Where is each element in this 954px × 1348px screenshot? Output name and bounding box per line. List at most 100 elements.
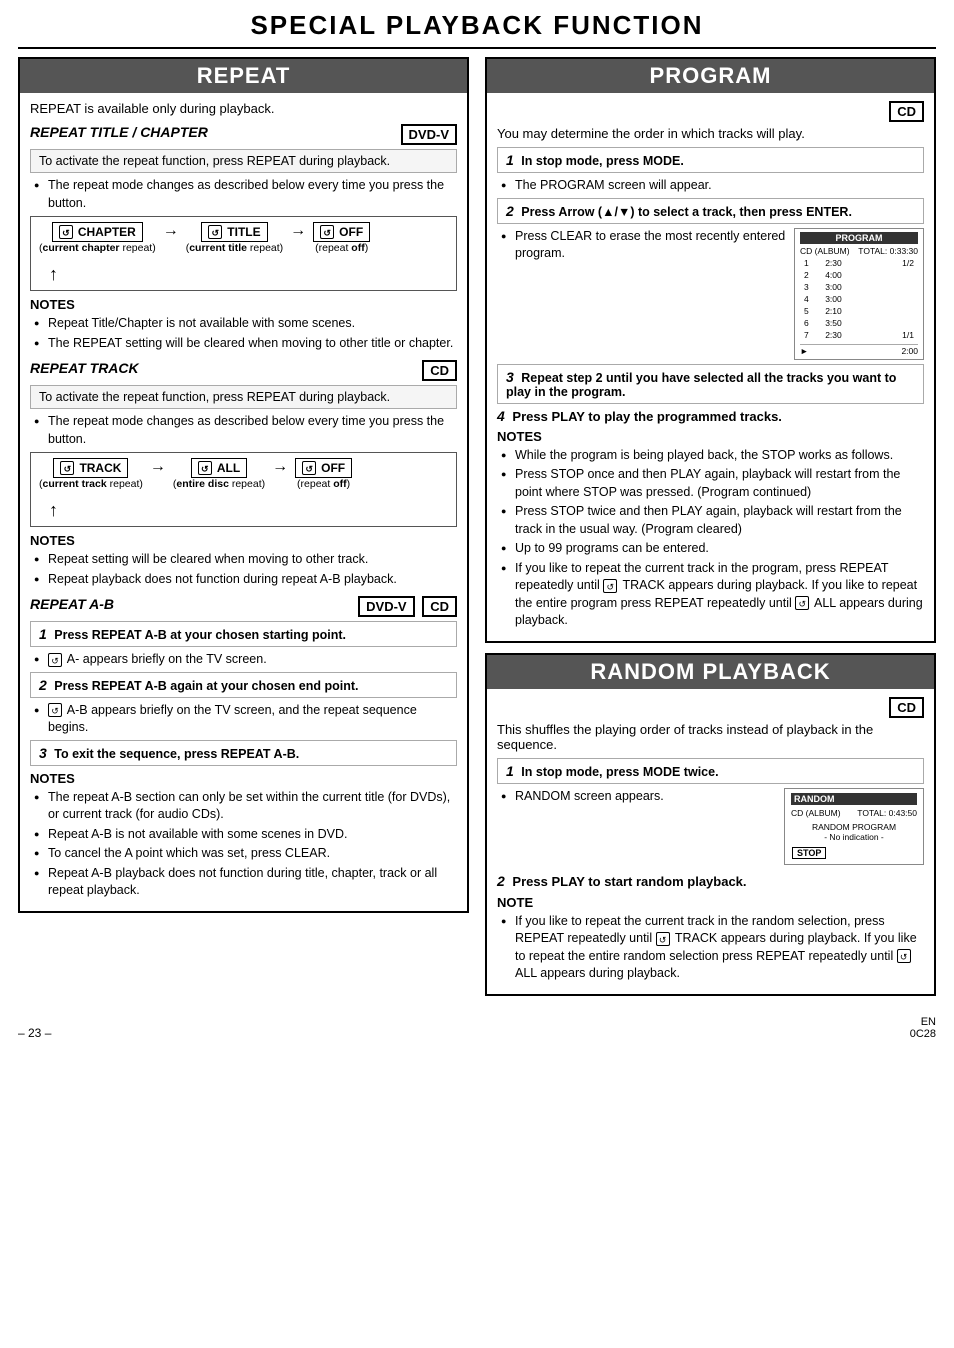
repeat-ab-step1-num: 1 [39, 626, 47, 642]
rs-header2: TOTAL: 0:43:50 [857, 808, 917, 818]
cd-badge-program: CD [889, 101, 924, 122]
program-step1-bullet: The PROGRAM screen will appear. [501, 177, 924, 195]
repeat-ab-bullet2: ↺ A-B appears briefly on the TV screen, … [34, 702, 457, 737]
repeat-ab-note2: Repeat A-B is not available with some sc… [34, 826, 457, 844]
program-note1: While the program is being played back, … [501, 447, 924, 465]
diagram-arrow-pointer: ↑ [49, 264, 452, 285]
repeat-ab-bullet1: ↺ A- appears briefly on the TV screen. [34, 651, 457, 669]
program-step4-num: 4 [497, 408, 505, 424]
repeat-title-bullets: The repeat mode changes as described bel… [30, 177, 457, 212]
program-step3-text: Repeat step 2 until you have selected al… [506, 371, 896, 399]
all-icon: ↺ [198, 461, 212, 475]
program-intro: You may determine the order in which tra… [497, 126, 924, 141]
repeat-ab-step3-num: 3 [39, 745, 47, 761]
repeat-title-diagram: ↺ CHAPTER (current chapter repeat) → ↺ [30, 216, 457, 291]
program-step2-box: 2 Press Arrow (▲/▼) to select a track, t… [497, 198, 924, 224]
program-header: PROGRAM [487, 59, 934, 93]
arrow1: → [163, 222, 179, 240]
off-icon2: ↺ [302, 461, 316, 475]
diag-chapter-sublabel: (current chapter repeat) [39, 242, 156, 254]
program-step4-text: Press PLAY to play the programmed tracks… [512, 409, 782, 424]
repeat-header: REPEAT [20, 59, 467, 93]
repeat-ab-step2-box: 2 Press REPEAT A-B again at your chosen … [30, 672, 457, 698]
footer-en: EN [921, 1016, 936, 1028]
repeat-title-step-box: To activate the repeat function, press R… [30, 149, 457, 173]
program-step1-num: 1 [506, 152, 514, 168]
dvd-v-badge: DVD-V [401, 124, 457, 145]
program-step1-text: In stop mode, press MODE. [521, 154, 684, 168]
program-note3: Press STOP twice and then PLAY again, pl… [501, 503, 924, 538]
program-notes-label: NOTES [497, 429, 924, 444]
diag-title-label: TITLE [227, 225, 260, 239]
program-step3-box: 3 Repeat step 2 until you have selected … [497, 364, 924, 404]
title-icon: ↺ [208, 225, 222, 239]
repeat-track-notes-label: NOTES [30, 533, 457, 548]
footer: – 23 – EN 0C28 [18, 1016, 936, 1040]
off-icon1: ↺ [320, 225, 334, 239]
track-icon-note: ↺ [603, 579, 617, 593]
table-row: 33:00 [802, 282, 916, 292]
repeat-ab-note3: To cancel the A point which was set, pre… [34, 845, 457, 863]
rs-header1: CD (ALBUM) [791, 808, 841, 818]
arrow2: → [290, 222, 306, 240]
random-note-label: NOTE [497, 895, 924, 910]
repeat-ab-step2-num: 2 [39, 677, 47, 693]
arrow4: → [272, 458, 288, 476]
repeat-section: REPEAT REPEAT is available only during p… [18, 57, 469, 913]
repeat-ab-note1: The repeat A-B section can only be set w… [34, 789, 457, 824]
program-step2-num: 2 [506, 203, 514, 219]
random-step1-num: 1 [506, 763, 514, 779]
cd-badge-random: CD [889, 697, 924, 718]
rs-mid-text: RANDOM PROGRAM - No indication - [791, 822, 917, 842]
diag-off2-sublabel: (repeat off) [297, 478, 350, 490]
dvd-v-badge-ab: DVD-V [358, 596, 414, 617]
repeat-ab-notes: The repeat A-B section can only be set w… [30, 789, 457, 900]
repeat-title-note1: Repeat Title/Chapter is not available wi… [34, 315, 457, 333]
track-icon: ↺ [60, 461, 74, 475]
stop-btn: STOP [792, 847, 826, 859]
repeat-track-bullet1: The repeat mode changes as described bel… [34, 413, 457, 448]
program-step2-bullet: Press CLEAR to erase the most recently e… [501, 228, 924, 263]
page-title: SPECIAL PLAYBACK FUNCTION [18, 10, 936, 49]
program-step3-num: 3 [506, 369, 514, 385]
repeat-title-note2: The REPEAT setting will be cleared when … [34, 335, 457, 353]
program-section: PROGRAM CD You may determine the order i… [485, 57, 936, 643]
chapter-icon: ↺ [59, 225, 73, 239]
repeat-intro: REPEAT is available only during playback… [30, 101, 457, 116]
random-step1-bullet: RANDOM screen appears. [501, 788, 924, 806]
program-step1-box: 1 In stop mode, press MODE. [497, 147, 924, 173]
random-header: RANDOM PLAYBACK [487, 655, 934, 689]
cd-badge-ab: CD [422, 596, 457, 617]
ps-table: 12:301/2 24:00 33:00 43:00 52:10 63:50 7… [800, 256, 918, 342]
diag-all-label: ALL [217, 461, 240, 475]
table-row: 63:50 [802, 318, 916, 328]
repeat-ab-step3-text: To exit the sequence, press REPEAT A-B. [54, 747, 299, 761]
diag-off1-label: OFF [339, 225, 363, 239]
repeat-ab-step2-text: Press REPEAT A-B again at your chosen en… [54, 679, 358, 693]
repeat-title-notes: Repeat Title/Chapter is not available wi… [30, 315, 457, 352]
diag-track-sublabel: (current track repeat) [39, 478, 143, 490]
all-icon-note: ↺ [795, 596, 809, 610]
program-note2: Press STOP once and then PLAY again, pla… [501, 466, 924, 501]
ps-bottom-label: ► [800, 346, 808, 356]
repeat-track-bullets: The repeat mode changes as described bel… [30, 413, 457, 448]
random-step2: 2 Press PLAY to start random playback. [497, 873, 924, 889]
table-row: 72:301/1 [802, 330, 916, 340]
diag-chapter-label: CHAPTER [78, 225, 136, 239]
appears-text: appears [721, 931, 766, 945]
diag-all-sublabel: (entire disc repeat) [173, 478, 265, 490]
table-row: 43:00 [802, 294, 916, 304]
random-section: RANDOM PLAYBACK CD This shuffles the pla… [485, 653, 936, 996]
program-notes: While the program is being played back, … [497, 447, 924, 630]
repeat-track-notes: Repeat setting will be cleared when movi… [30, 551, 457, 588]
diag-track-label: TRACK [79, 461, 121, 475]
diag-title-sublabel: (current title repeat) [186, 242, 283, 254]
a-minus-icon: ↺ [48, 653, 62, 667]
repeat-title-bullet1: The repeat mode changes as described bel… [34, 177, 457, 212]
repeat-ab-step1-box: 1 Press REPEAT A-B at your chosen starti… [30, 621, 457, 647]
repeat-track-note1: Repeat setting will be cleared when movi… [34, 551, 457, 569]
repeat-title-notes-label: NOTES [30, 297, 457, 312]
random-step1-box: 1 In stop mode, press MODE twice. [497, 758, 924, 784]
repeat-track-step-box: To activate the repeat function, press R… [30, 385, 457, 409]
program-step4: 4 Press PLAY to play the programmed trac… [497, 408, 924, 424]
